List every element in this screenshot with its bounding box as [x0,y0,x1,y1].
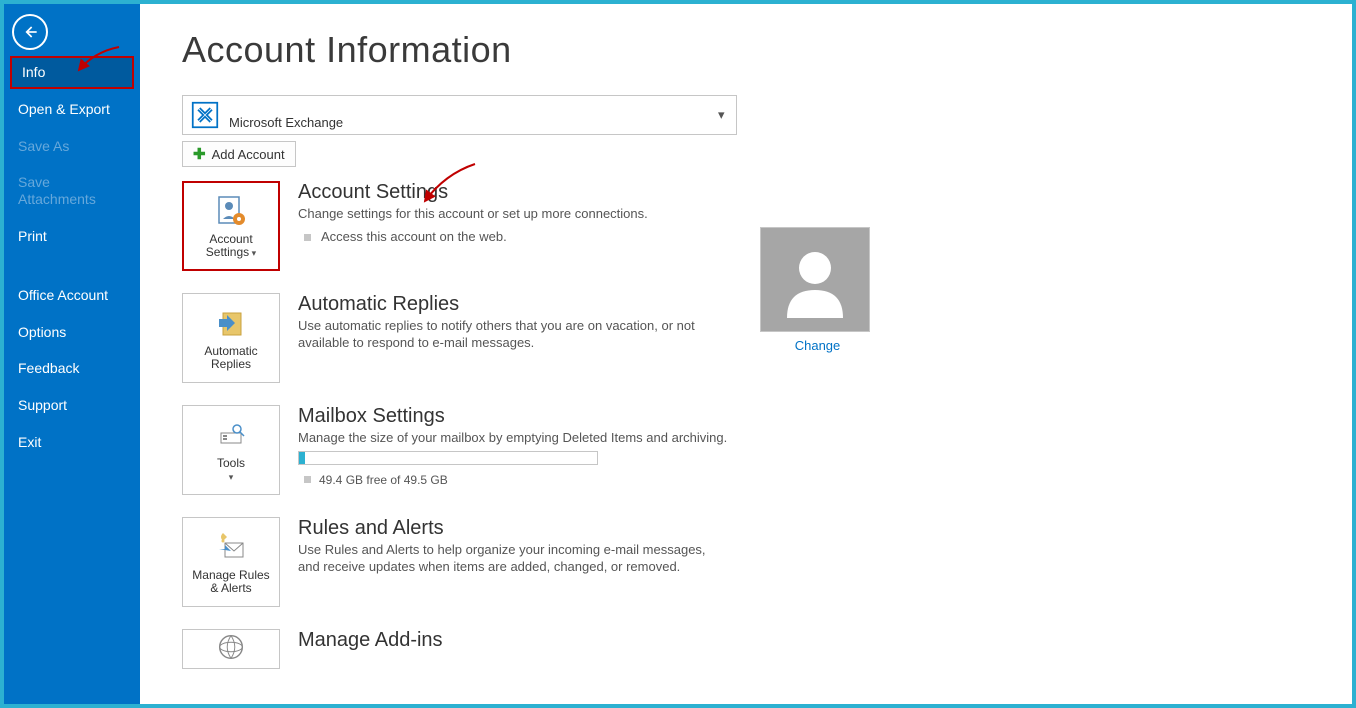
nav-support[interactable]: Support [4,387,140,424]
nav-separator [4,255,140,277]
account-settings-icon [213,193,249,229]
nav-office-account[interactable]: Office Account [4,277,140,314]
account-selector[interactable]: Microsoft Exchange ▾ [182,95,737,135]
mailbox-settings-desc: Manage the size of your mailbox by empty… [298,430,728,447]
nav-options[interactable]: Options [4,314,140,351]
account-type-label: Microsoft Exchange [229,115,718,134]
chevron-down-icon: ▾ [249,248,256,258]
automatic-replies-icon [213,305,249,341]
manage-rules-alerts-tile[interactable]: Manage Rules & Alerts [182,517,280,607]
page-title: Account Information [182,29,1310,71]
add-account-button[interactable]: ✚ Add Account [182,141,296,167]
bullet-icon [304,234,311,241]
back-arrow-icon [20,22,40,42]
nav-save-attachments: Save Attachments [4,164,140,218]
account-settings-desc: Change settings for this account or set … [298,206,728,223]
nav-open-export[interactable]: Open & Export [4,91,140,128]
automatic-replies-desc: Use automatic replies to notify others t… [298,318,728,352]
dropdown-caret-icon: ▾ [718,107,728,123]
back-button[interactable] [12,14,48,50]
profile-block: Change [760,227,875,353]
account-settings-heading: Account Settings [298,181,728,204]
tile-label: Manage Rules & Alerts [183,569,279,595]
main-panel: Account Information Microsoft Exchange ▾… [140,4,1352,704]
storage-text: 49.4 GB free of 49.5 GB [298,473,728,487]
manage-addins-heading: Manage Add-ins [298,629,728,652]
nav-print[interactable]: Print [4,218,140,255]
exchange-icon [191,101,219,129]
automatic-replies-tile[interactable]: Automatic Replies [182,293,280,383]
tile-label: Account Settings ▾ [184,233,278,259]
tools-icon [213,417,249,453]
tile-label: Automatic Replies [183,345,279,371]
profile-picture [760,227,870,332]
account-settings-tile[interactable]: Account Settings ▾ [182,181,280,271]
addins-icon [213,630,249,664]
manage-addins-tile[interactable] [182,629,280,669]
nav-exit[interactable]: Exit [4,424,140,461]
nav-feedback[interactable]: Feedback [4,350,140,387]
chevron-down-icon: ▾ [229,472,234,482]
rules-alerts-icon [213,529,249,565]
tile-label: Tools▾ [213,457,249,483]
tools-tile[interactable]: Tools▾ [182,405,280,495]
automatic-replies-heading: Automatic Replies [298,293,728,316]
rules-alerts-desc: Use Rules and Alerts to help organize yo… [298,542,728,576]
plus-icon: ✚ [193,145,206,163]
nav-save-as: Save As [4,128,140,165]
mailbox-settings-heading: Mailbox Settings [298,405,728,428]
avatar-placeholder-icon [775,240,855,320]
mailbox-usage-bar [298,451,598,465]
rules-alerts-heading: Rules and Alerts [298,517,728,540]
web-access-link[interactable]: Access this account on the web. [298,229,728,244]
change-photo-link[interactable]: Change [760,338,875,353]
bullet-icon [304,476,311,483]
add-account-label: Add Account [212,147,285,162]
file-menu-sidebar: Info Open & Export Save As Save Attachme… [4,4,140,704]
nav-info[interactable]: Info [10,56,134,89]
